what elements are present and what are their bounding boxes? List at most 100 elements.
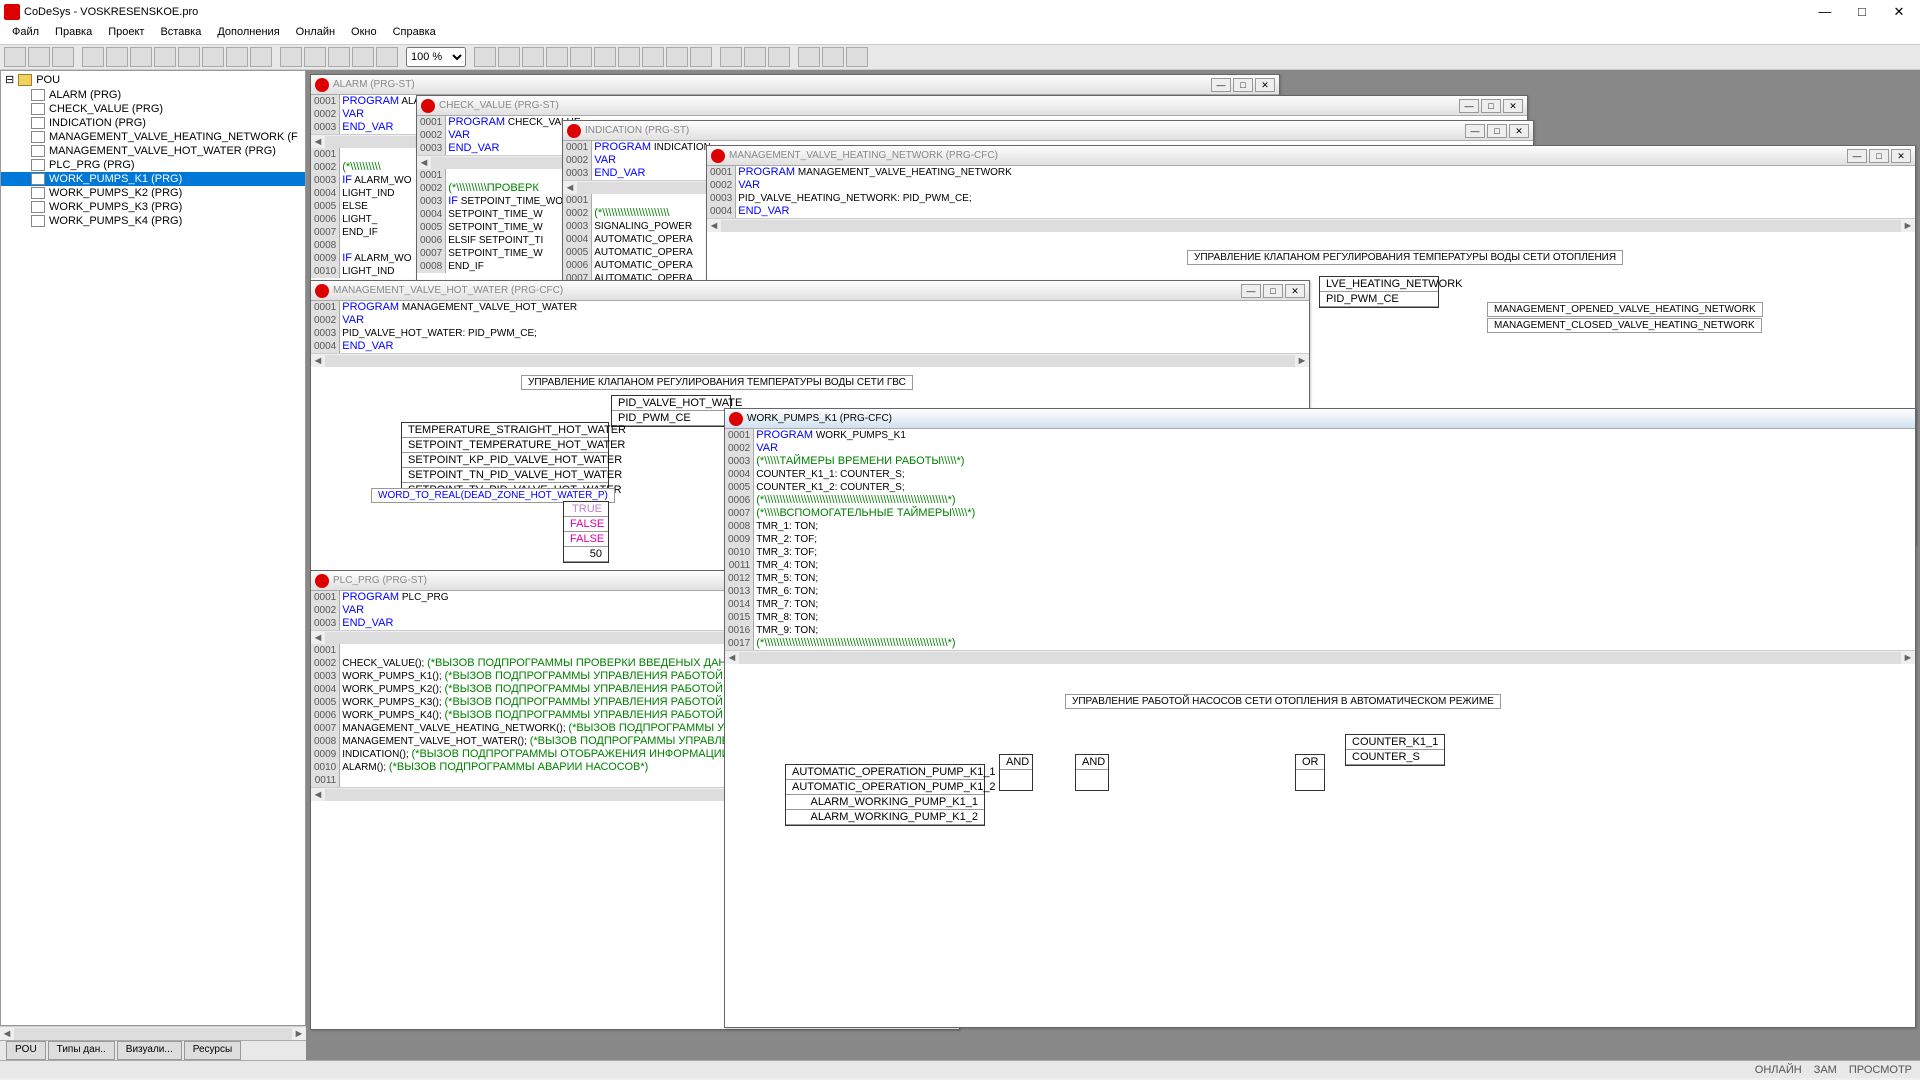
maximize-button[interactable]: □: [1845, 4, 1879, 19]
tree-item[interactable]: WORK_PUMPS_K4 (PRG): [1, 214, 305, 228]
tree-item[interactable]: PLC_PRG (PRG): [1, 158, 305, 172]
win-max[interactable]: □: [1263, 284, 1283, 298]
win-close[interactable]: ✕: [1255, 78, 1275, 92]
tb-e[interactable]: [570, 47, 592, 67]
tb-copy[interactable]: [304, 47, 326, 67]
gate-and[interactable]: AND: [1000, 755, 1032, 770]
win-min[interactable]: —: [1459, 99, 1479, 113]
tree-item[interactable]: ALARM (PRG): [1, 88, 305, 102]
cfc-caption: УПРАВЛЕНИЕ КЛАПАНОМ РЕГУЛИРОВАНИЯ ТЕМПЕР…: [521, 375, 913, 390]
cfc-input[interactable]: SETPOINT_KP_PID_VALVE_HOT_WATER: [402, 453, 608, 468]
tb-i[interactable]: [666, 47, 688, 67]
minimize-button[interactable]: —: [1808, 4, 1842, 19]
tb-j[interactable]: [690, 47, 712, 67]
tb-c[interactable]: [522, 47, 544, 67]
pou-icon: [315, 284, 329, 298]
tb-l[interactable]: [744, 47, 766, 67]
cfc-input[interactable]: TEMPERATURE_STRAIGHT_HOT_WATER: [402, 423, 608, 438]
win-min[interactable]: —: [1465, 124, 1485, 138]
tree-item[interactable]: MANAGEMENT_VALVE_HEATING_NETWORK (F: [1, 130, 305, 144]
win-close[interactable]: ✕: [1509, 124, 1529, 138]
tb-save[interactable]: [52, 47, 74, 67]
project-tree[interactable]: ⊟POU ALARM (PRG)CHECK_VALUE (PRG)INDICAT…: [0, 70, 306, 1026]
tb-run[interactable]: [82, 47, 104, 67]
tab-pou[interactable]: POU: [6, 1041, 46, 1060]
win-min[interactable]: —: [1241, 284, 1261, 298]
win-title: MANAGEMENT_VALVE_HEATING_NETWORK (PRG-CF…: [729, 150, 1847, 161]
tb-new[interactable]: [4, 47, 26, 67]
tb-cut[interactable]: [280, 47, 302, 67]
cfc-input[interactable]: SETPOINT_TEMPERATURE_HOT_WATER: [402, 438, 608, 453]
pou-icon: [315, 78, 329, 92]
tree-item[interactable]: WORK_PUMPS_K3 (PRG): [1, 200, 305, 214]
tree-item[interactable]: CHECK_VALUE (PRG): [1, 102, 305, 116]
menu-project[interactable]: Проект: [100, 24, 152, 44]
cfc-input[interactable]: AUTOMATIC_OPERATION_PUMP_K1_2: [786, 780, 984, 795]
win-max[interactable]: □: [1233, 78, 1253, 92]
tab-resources[interactable]: Ресурсы: [184, 1041, 241, 1060]
tb-trace[interactable]: [250, 47, 272, 67]
tb-h[interactable]: [642, 47, 664, 67]
win-max[interactable]: □: [1487, 124, 1507, 138]
cfc-input[interactable]: ALARM_WORKING_PUMP_K1_2: [786, 810, 984, 825]
cfc-output[interactable]: MANAGEMENT_CLOSED_VALVE_HEATING_NETWORK: [1487, 318, 1762, 333]
tree-item[interactable]: MANAGEMENT_VALVE_HOT_WATER (PRG): [1, 144, 305, 158]
cfc-input[interactable]: SETPOINT_TN_PID_VALVE_HOT_WATER: [402, 468, 608, 483]
tb-bp[interactable]: [202, 47, 224, 67]
win-max[interactable]: □: [1481, 99, 1501, 113]
menu-online[interactable]: Онлайн: [288, 24, 343, 44]
cfc-input[interactable]: ALARM_WORKING_PUMP_K1_1: [786, 795, 984, 810]
tb-g[interactable]: [618, 47, 640, 67]
cfc-output[interactable]: MANAGEMENT_OPENED_VALVE_HEATING_NETWORK: [1487, 302, 1763, 317]
win-min[interactable]: —: [1847, 149, 1867, 163]
menu-insert[interactable]: Вставка: [152, 24, 209, 44]
tb-logout[interactable]: [154, 47, 176, 67]
pou-icon: [31, 131, 45, 143]
menu-edit[interactable]: Правка: [47, 24, 100, 44]
gate-and[interactable]: AND: [1076, 755, 1108, 770]
menubar: Файл Правка Проект Вставка Дополнения Он…: [0, 24, 1920, 44]
tb-a[interactable]: [474, 47, 496, 67]
block-type: PID_PWM_CE: [1320, 292, 1438, 307]
tb-find[interactable]: [352, 47, 374, 67]
tab-datatypes[interactable]: Типы дан..: [48, 1041, 115, 1060]
tb-k[interactable]: [720, 47, 742, 67]
tb-b[interactable]: [498, 47, 520, 67]
tb-f[interactable]: [594, 47, 616, 67]
win-title: CHECK_VALUE (PRG-ST): [439, 100, 1459, 111]
menu-file[interactable]: Файл: [4, 24, 47, 44]
block-name: COUNTER_K1_1: [1346, 735, 1444, 750]
tb-m[interactable]: [768, 47, 790, 67]
win-max[interactable]: □: [1869, 149, 1889, 163]
cfc-input[interactable]: AUTOMATIC_OPERATION_PUMP_K1_1: [786, 765, 984, 780]
tb-d[interactable]: [546, 47, 568, 67]
gate-or[interactable]: OR: [1296, 755, 1324, 770]
menu-window[interactable]: Окно: [343, 24, 385, 44]
mdi-area: ALARM (PRG-ST)—□✕ 000100020003PROGRAM AL…: [306, 70, 1920, 1060]
pou-icon: [315, 574, 329, 588]
tb-first[interactable]: [798, 47, 820, 67]
tb-prev[interactable]: [822, 47, 844, 67]
close-button[interactable]: ✕: [1882, 4, 1916, 20]
win-min[interactable]: —: [1211, 78, 1231, 92]
tb-watch[interactable]: [226, 47, 248, 67]
tb-next[interactable]: [846, 47, 868, 67]
win-close[interactable]: ✕: [1503, 99, 1523, 113]
tree-item[interactable]: WORK_PUMPS_K2 (PRG): [1, 186, 305, 200]
menu-help[interactable]: Справка: [385, 24, 444, 44]
tree-item[interactable]: WORK_PUMPS_K1 (PRG): [1, 172, 305, 186]
tb-login[interactable]: [130, 47, 152, 67]
zoom-select[interactable]: 100 %: [406, 47, 466, 67]
tb-step[interactable]: [178, 47, 200, 67]
tb-paste[interactable]: [328, 47, 350, 67]
win-close[interactable]: ✕: [1285, 284, 1305, 298]
tb-stop[interactable]: [106, 47, 128, 67]
tab-visual[interactable]: Визуали...: [117, 1041, 182, 1060]
menu-extras[interactable]: Дополнения: [209, 24, 287, 44]
tb-open[interactable]: [28, 47, 50, 67]
tb-findnext[interactable]: [376, 47, 398, 67]
tree-item[interactable]: INDICATION (PRG): [1, 116, 305, 130]
pou-icon: [31, 145, 45, 157]
win-close[interactable]: ✕: [1891, 149, 1911, 163]
win-wp[interactable]: WORK_PUMPS_K1 (PRG-CFC) 0001000200030004…: [724, 408, 1916, 1028]
